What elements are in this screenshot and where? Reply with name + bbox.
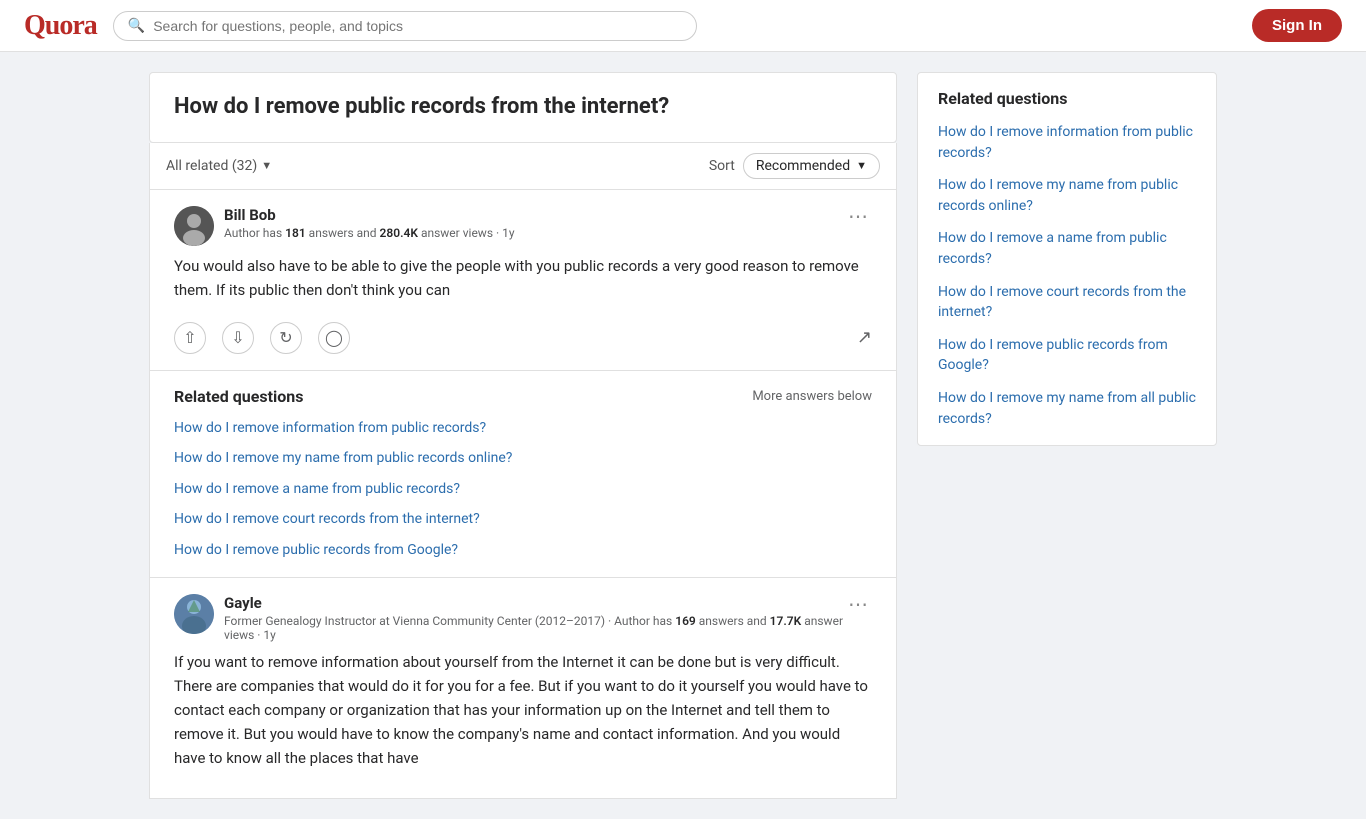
sidebar-title: Related questions: [938, 89, 1196, 108]
list-item: How do I remove information from public …: [938, 122, 1196, 163]
answer-card-bill-bob: Bill Bob Author has 181 answers and 280.…: [149, 190, 897, 371]
related-inline-card: Related questions More answers below How…: [149, 371, 897, 578]
downvote-button[interactable]: ⇩: [222, 322, 254, 354]
sidebar-box: Related questions How do I remove inform…: [917, 72, 1217, 446]
author-details-2: Gayle Former Genealogy Instructor at Vie…: [224, 594, 844, 642]
author-name[interactable]: Bill Bob: [224, 206, 515, 224]
list-item: How do I remove court records from the i…: [938, 282, 1196, 323]
all-related-label: All related (32): [166, 158, 257, 174]
share-button[interactable]: ↗: [857, 327, 872, 348]
left-content: How do I remove public records from the …: [149, 72, 897, 799]
more-options-button[interactable]: ⋯: [844, 206, 872, 226]
author-details: Bill Bob Author has 181 answers and 280.…: [224, 206, 515, 240]
list-item: How do I remove a name from public recor…: [174, 479, 872, 500]
question-box: How do I remove public records from the …: [149, 72, 897, 143]
sort-label: Sort: [709, 158, 735, 174]
more-options-button-2[interactable]: ⋯: [844, 594, 872, 614]
answer-text: You would also have to be able to give t…: [174, 254, 872, 302]
author-meta: Author has 181 answers and 280.4K answer…: [224, 226, 515, 240]
author-info-2: Gayle Former Genealogy Instructor at Vie…: [174, 594, 844, 642]
sort-section: Sort Recommended ▼: [709, 153, 880, 179]
sort-bar: All related (32) ▼ Sort Recommended ▼: [149, 143, 897, 190]
right-sidebar: Related questions How do I remove inform…: [917, 72, 1217, 799]
sidebar-link-4[interactable]: How do I remove court records from the i…: [938, 284, 1186, 321]
list-item: How do I remove my name from public reco…: [938, 175, 1196, 216]
sidebar-links-list: How do I remove information from public …: [938, 122, 1196, 429]
related-link-3[interactable]: How do I remove a name from public recor…: [174, 481, 460, 497]
refresh-button[interactable]: ↻: [270, 322, 302, 354]
answer-header-2: Gayle Former Genealogy Instructor at Vie…: [174, 594, 872, 642]
question-title: How do I remove public records from the …: [174, 93, 872, 122]
list-item: How do I remove public records from Goog…: [174, 540, 872, 561]
related-link-4[interactable]: How do I remove court records from the i…: [174, 511, 480, 527]
sign-in-button[interactable]: Sign In: [1252, 9, 1342, 42]
author-info: Bill Bob Author has 181 answers and 280.…: [174, 206, 515, 246]
upvote-button[interactable]: ⇧: [174, 322, 206, 354]
answer-card-gayle: Gayle Former Genealogy Instructor at Vie…: [149, 578, 897, 799]
author-meta-2: Former Genealogy Instructor at Vienna Co…: [224, 614, 844, 642]
related-inline-header: Related questions More answers below: [174, 387, 872, 406]
answer-text-2: If you want to remove information about …: [174, 650, 872, 770]
related-inline-list: How do I remove information from public …: [174, 418, 872, 561]
list-item: How do I remove court records from the i…: [174, 509, 872, 530]
related-inline-title: Related questions: [174, 387, 303, 406]
related-link-2[interactable]: How do I remove my name from public reco…: [174, 450, 512, 466]
related-link-5[interactable]: How do I remove public records from Goog…: [174, 542, 458, 558]
list-item: How do I remove my name from public reco…: [174, 448, 872, 469]
answer-header: Bill Bob Author has 181 answers and 280.…: [174, 206, 872, 246]
sort-value: Recommended: [756, 158, 850, 174]
list-item: How do I remove my name from all public …: [938, 388, 1196, 429]
more-answers-below: More answers below: [752, 389, 872, 404]
search-bar: 🔍: [113, 11, 698, 41]
sidebar-link-2[interactable]: How do I remove my name from public reco…: [938, 177, 1178, 214]
sidebar-link-3[interactable]: How do I remove a name from public recor…: [938, 230, 1167, 267]
sidebar-link-5[interactable]: How do I remove public records from Goog…: [938, 337, 1168, 374]
search-icon: 🔍: [128, 18, 145, 34]
chevron-down-icon: ▼: [261, 159, 272, 172]
list-item: How do I remove a name from public recor…: [938, 228, 1196, 269]
avatar-gayle: [174, 594, 214, 634]
all-related-dropdown[interactable]: All related (32) ▼: [166, 158, 272, 174]
list-item: How do I remove information from public …: [174, 418, 872, 439]
search-input[interactable]: [153, 18, 682, 34]
header: Quora 🔍 Sign In: [0, 0, 1366, 52]
action-left: ⇧ ⇩ ↻ ◯: [174, 322, 350, 354]
logo[interactable]: Quora: [24, 10, 97, 42]
chevron-down-icon: ▼: [856, 159, 867, 172]
sidebar-link-6[interactable]: How do I remove my name from all public …: [938, 390, 1196, 427]
author-name-2[interactable]: Gayle: [224, 594, 844, 612]
avatar-bill-bob: [174, 206, 214, 246]
comment-button[interactable]: ◯: [318, 322, 350, 354]
related-link-1[interactable]: How do I remove information from public …: [174, 420, 486, 436]
answer-actions: ⇧ ⇩ ↻ ◯ ↗: [174, 314, 872, 354]
sort-dropdown[interactable]: Recommended ▼: [743, 153, 880, 179]
main-layout: How do I remove public records from the …: [133, 72, 1233, 799]
list-item: How do I remove public records from Goog…: [938, 335, 1196, 376]
sidebar-link-1[interactable]: How do I remove information from public …: [938, 124, 1193, 161]
